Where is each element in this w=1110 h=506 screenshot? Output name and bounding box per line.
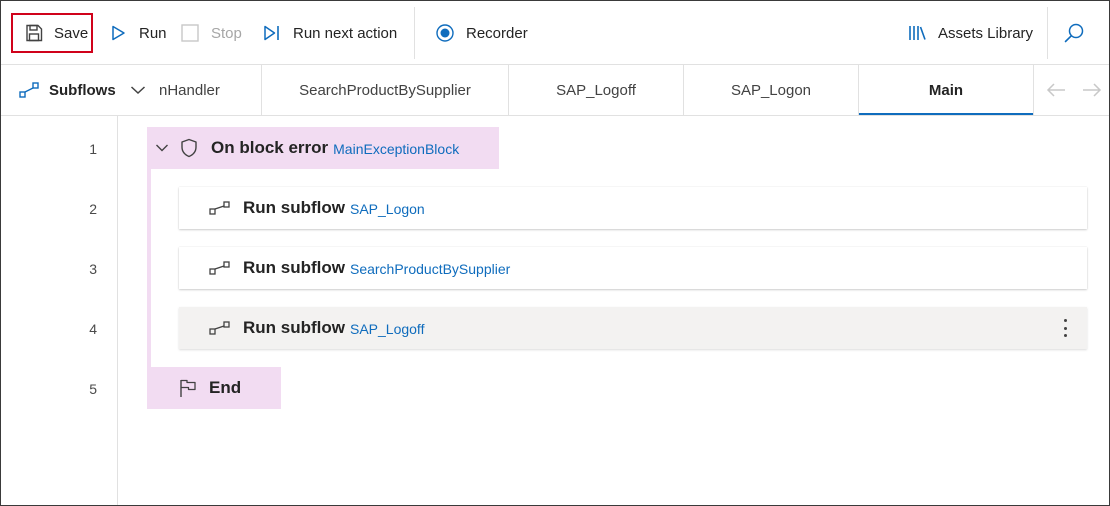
tab-label: Main (928, 81, 964, 99)
save-button[interactable]: Save (11, 13, 93, 53)
assets-library-button[interactable]: Assets Library (906, 1, 1033, 65)
toolbar-divider (1047, 7, 1048, 59)
toolbar-divider (414, 7, 415, 59)
shield-icon (179, 138, 199, 158)
subflow-link[interactable]: SearchProductBySupplier (350, 261, 510, 277)
subflow-icon (209, 320, 231, 336)
run-label: Run (139, 24, 167, 42)
tab-exception-handler[interactable]: nHandler (159, 65, 262, 115)
tab-main[interactable]: Main (859, 65, 1034, 115)
recorder-label: Recorder (466, 24, 528, 42)
save-label: Save (54, 24, 89, 42)
run-next-label: Run next action (293, 24, 398, 42)
run-subflow-action[interactable]: Run subflow SAP_Logon (179, 187, 1087, 229)
run-next-action-button[interactable]: Run next action (261, 1, 397, 65)
tabs-scroll-left-button[interactable] (1043, 78, 1069, 102)
arrow-left-icon (1045, 82, 1067, 98)
action-title: Run subflow (243, 258, 345, 277)
subflow-icon (209, 260, 231, 276)
flow-designer-window: Save Run Stop Run next action Recorder A… (0, 0, 1110, 506)
chevron-down-icon (130, 85, 146, 95)
end-block-action[interactable]: End (147, 367, 281, 409)
record-icon (434, 22, 456, 44)
assets-library-label: Assets Library (938, 24, 1034, 42)
tab-label: nHandler (159, 81, 220, 99)
more-options-icon[interactable] (1057, 317, 1073, 339)
play-icon (107, 22, 129, 44)
block-name-link[interactable]: MainExceptionBlock (333, 141, 459, 157)
run-subflow-action-selected[interactable]: Run subflow SAP_Logoff (179, 307, 1087, 349)
line-number: 1 (89, 141, 97, 157)
stop-label: Stop (211, 24, 242, 42)
end-label: End (209, 378, 242, 397)
search-icon (1063, 22, 1085, 44)
recorder-button[interactable]: Recorder (434, 1, 528, 65)
subflow-icon (19, 81, 39, 99)
chevron-down-icon[interactable] (155, 143, 169, 153)
subflow-tabs-bar: nHandler SearchProductBySupplier SAP_Log… (1, 65, 1109, 116)
library-icon (906, 22, 928, 44)
tab-sap-logon[interactable]: SAP_Logon (684, 65, 859, 115)
line-number: 5 (89, 381, 97, 397)
on-block-error-action[interactable]: On block error MainExceptionBlock (147, 127, 499, 169)
line-number: 4 (89, 321, 97, 337)
line-number-gutter: 1 2 3 4 5 (1, 116, 118, 505)
tab-searchproductbysupplier[interactable]: SearchProductBySupplier (262, 65, 509, 115)
search-button[interactable] (1063, 1, 1095, 65)
line-number: 3 (89, 261, 97, 277)
tab-label: SAP_Logoff (556, 81, 636, 99)
tabs-scroll-right-button[interactable] (1079, 78, 1105, 102)
step-next-icon (261, 22, 283, 44)
tab-sap-logoff[interactable]: SAP_Logoff (509, 65, 684, 115)
arrow-right-icon (1081, 82, 1103, 98)
stop-button[interactable]: Stop (179, 1, 242, 65)
subflow-icon (209, 200, 231, 216)
run-subflow-action[interactable]: Run subflow SearchProductBySupplier (179, 247, 1087, 289)
flag-icon (179, 378, 197, 398)
save-icon (24, 23, 44, 43)
subflow-link[interactable]: SAP_Logoff (350, 321, 424, 337)
run-button[interactable]: Run (107, 1, 167, 65)
block-title: On block error (211, 138, 329, 157)
tab-label: SAP_Logon (730, 81, 812, 99)
toolbar: Save Run Stop Run next action Recorder A… (1, 1, 1109, 65)
stop-icon (179, 22, 201, 44)
subflows-dropdown[interactable]: Subflows (1, 65, 159, 115)
subflow-link[interactable]: SAP_Logon (350, 201, 425, 217)
tab-label: SearchProductBySupplier (299, 81, 471, 99)
line-number: 2 (89, 201, 97, 217)
subflows-label: Subflows (49, 81, 116, 99)
block-rail (147, 169, 151, 367)
action-title: Run subflow (243, 318, 345, 337)
action-title: Run subflow (243, 198, 345, 217)
